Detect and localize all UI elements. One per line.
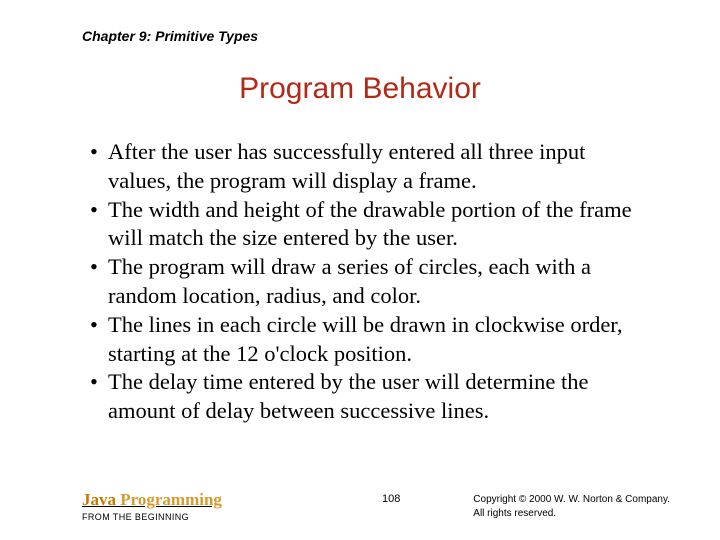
list-item: After the user has successfully entered …: [90, 138, 650, 196]
book-title-java: Java: [82, 490, 120, 509]
book-title: Java Programming: [82, 491, 222, 510]
list-item: The lines in each circle will be drawn i…: [90, 311, 650, 369]
book-brand: Java Programming FROM THE BEGINNING: [82, 491, 222, 522]
page-number: 108: [382, 493, 400, 522]
slide-title: Program Behavior: [0, 72, 720, 106]
chapter-header: Chapter 9: Primitive Types: [82, 28, 258, 44]
copyright-line: All rights reserved.: [473, 507, 670, 521]
list-item: The width and height of the drawable por…: [90, 196, 650, 254]
copyright: Copyright © 2000 W. W. Norton & Company.…: [473, 493, 670, 520]
bullet-list: After the user has successfully entered …: [90, 138, 650, 426]
book-subtitle: FROM THE BEGINNING: [82, 512, 222, 522]
book-title-programming: Programming: [120, 490, 222, 509]
copyright-line: Copyright © 2000 W. W. Norton & Company.: [473, 493, 670, 507]
list-item: The program will draw a series of circle…: [90, 253, 650, 311]
list-item: The delay time entered by the user will …: [90, 368, 650, 426]
footer: Java Programming FROM THE BEGINNING 108 …: [82, 491, 680, 522]
